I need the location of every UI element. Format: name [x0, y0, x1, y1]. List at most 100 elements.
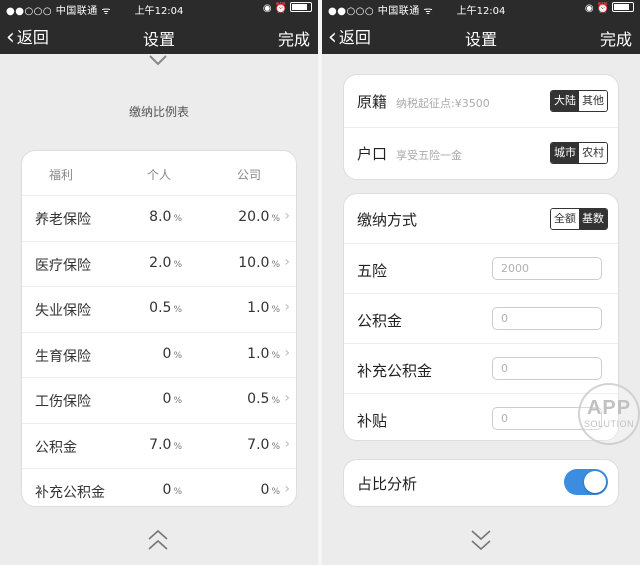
- origin-option-other[interactable]: 其他: [579, 91, 607, 111]
- five-insurances-label: 五险: [357, 262, 388, 280]
- payment-option-base[interactable]: 基数: [579, 209, 607, 229]
- status-icons: ◉⏰: [263, 2, 312, 14]
- alarm-icon: ⏰: [596, 3, 612, 14]
- table-row[interactable]: 养老保险 8.0% 20.0% ›: [22, 196, 296, 242]
- chevron-right-icon: ›: [284, 299, 290, 315]
- personal-value: 0.5: [149, 300, 172, 316]
- page-title: 设置: [464, 30, 497, 49]
- done-button[interactable]: 完成: [278, 26, 310, 50]
- company-unit: %: [271, 305, 280, 315]
- hukou-label: 户口: [357, 145, 388, 163]
- personal-value: 2.0: [149, 254, 172, 271]
- rotation-lock-icon: ◉: [262, 3, 275, 14]
- alarm-icon: ⏰: [274, 3, 290, 14]
- five-insurances-input[interactable]: [492, 257, 602, 280]
- personal-value: 0: [162, 345, 172, 362]
- left-screen: ●●○○○ 中国联通 ᯤ 上午12:04 ◉⏰ ‹ 返回 设置 完成 缴纳比例表 …: [0, 0, 318, 565]
- row-company-rate: 1.0%: [222, 346, 280, 362]
- company-unit: %: [271, 441, 280, 452]
- nav-bar: ‹ 返回 设置 完成: [0, 16, 318, 54]
- row-welfare-name: 养老保险: [35, 212, 91, 228]
- double-chevron-up-icon[interactable]: [147, 527, 169, 555]
- personal-unit: %: [173, 214, 182, 224]
- table-row[interactable]: 工伤保险 0% 0.5% ›: [22, 378, 296, 424]
- hukou-option-city[interactable]: 城市: [551, 143, 579, 163]
- ratio-analysis-card: 占比分析: [343, 459, 619, 507]
- nav-bar: ‹ 返回 设置 完成: [322, 16, 640, 54]
- origin-label: 原籍: [357, 93, 388, 111]
- table-row[interactable]: 失业保险 0.5% 1.0% ›: [22, 287, 296, 333]
- row-welfare-name: 公积金: [35, 439, 77, 456]
- done-button[interactable]: 完成: [600, 26, 632, 50]
- personal-unit: %: [173, 259, 182, 270]
- battery-icon: [290, 2, 312, 12]
- table-row[interactable]: 公积金 7.0% 7.0% ›: [22, 424, 296, 469]
- rotation-lock-icon: ◉: [584, 3, 597, 14]
- row-welfare-name: 生育保险: [35, 348, 91, 365]
- row-company-rate: 10.0%: [222, 255, 280, 271]
- company-unit: %: [271, 487, 280, 497]
- table-row[interactable]: 生育保险 0% 1.0% ›: [22, 333, 296, 378]
- company-value: 0.5: [247, 391, 270, 407]
- ratio-analysis-toggle[interactable]: [564, 469, 608, 495]
- personal-unit: %: [173, 441, 182, 452]
- company-value: 7.0: [247, 436, 270, 453]
- payment-option-full[interactable]: 全额: [551, 209, 579, 229]
- field-row-housing-fund: 公积金: [344, 294, 618, 344]
- hukou-hint: 享受五险一金: [396, 149, 462, 162]
- company-unit: %: [271, 396, 280, 406]
- row-company-rate: 7.0%: [222, 437, 280, 453]
- table-row[interactable]: 医疗保险 2.0% 10.0% ›: [22, 242, 296, 287]
- hukou-option-rural[interactable]: 农村: [579, 143, 607, 163]
- header-company: 公司: [237, 168, 262, 182]
- company-value: 20.0: [238, 209, 270, 225]
- chevron-right-icon: ›: [284, 208, 290, 224]
- watermark-line2: SOLUTION: [583, 419, 634, 429]
- personal-unit: %: [173, 396, 182, 406]
- row-personal-rate: 2.0%: [132, 255, 182, 271]
- header-personal: 个人: [147, 168, 172, 182]
- row-company-rate: 1.0%: [222, 300, 280, 316]
- hukou-segmented-control[interactable]: 城市 农村: [550, 142, 608, 164]
- payment-method-label: 缴纳方式: [357, 211, 418, 229]
- row-personal-rate: 0%: [132, 346, 182, 362]
- personal-unit: %: [173, 305, 182, 315]
- company-unit: %: [271, 350, 280, 361]
- ratio-table-header: 福利 个人 公司: [22, 151, 296, 196]
- status-icons: ◉⏰: [585, 2, 634, 14]
- origin-hint: 纳税起征点:¥3500: [396, 97, 490, 110]
- hukou-row: 户口 享受五险一金 城市 农村: [344, 128, 618, 179]
- supplementary-fund-input[interactable]: [492, 357, 602, 380]
- chevron-right-icon: ›: [284, 253, 290, 270]
- company-unit: %: [271, 214, 280, 224]
- personal-value: 0: [162, 391, 172, 407]
- row-company-rate: 0%: [222, 482, 280, 498]
- residency-card: 原籍 纳税起征点:¥3500 大陆 其他 户口 享受五险一金 城市 农村: [343, 74, 619, 180]
- origin-option-mainland[interactable]: 大陆: [551, 91, 579, 111]
- row-personal-rate: 7.0%: [132, 437, 182, 453]
- row-personal-rate: 0%: [132, 391, 182, 407]
- row-welfare-name: 医疗保险: [35, 257, 91, 274]
- housing-fund-input[interactable]: [492, 307, 602, 330]
- housing-fund-label: 公积金: [357, 312, 403, 330]
- ratio-analysis-label: 占比分析: [357, 475, 418, 493]
- right-screen: ●●○○○ 中国联通 ᯤ 上午12:04 ◉⏰ ‹ 返回 设置 完成 原籍 纳税起…: [322, 0, 640, 565]
- personal-unit: %: [173, 487, 182, 497]
- personal-value: 7.0: [149, 436, 172, 453]
- company-value: 10.0: [238, 254, 270, 271]
- field-row-five-insurances: 五险: [344, 244, 618, 294]
- app-solution-watermark-logo: APP SOLUTION: [578, 383, 640, 445]
- status-bar: ●●○○○ 中国联通 ᯤ 上午12:04 ◉⏰: [0, 0, 318, 17]
- payment-method-segmented-control[interactable]: 全额 基数: [550, 208, 608, 230]
- subsidy-label: 补贴: [357, 412, 388, 430]
- row-personal-rate: 0%: [132, 482, 182, 498]
- field-row-supplementary-fund: 补充公积金: [344, 344, 618, 394]
- chevron-down-icon[interactable]: [148, 54, 168, 68]
- row-company-rate: 0.5%: [222, 391, 280, 407]
- double-chevron-down-icon[interactable]: [470, 525, 492, 553]
- row-company-rate: 20.0%: [222, 209, 280, 225]
- origin-segmented-control[interactable]: 大陆 其他: [550, 90, 608, 112]
- table-row[interactable]: 补充公积金 0% 0% ›: [22, 469, 296, 514]
- origin-row: 原籍 纳税起征点:¥3500 大陆 其他: [344, 75, 618, 128]
- status-bar: ●●○○○ 中国联通 ᯤ 上午12:04 ◉⏰: [322, 0, 640, 17]
